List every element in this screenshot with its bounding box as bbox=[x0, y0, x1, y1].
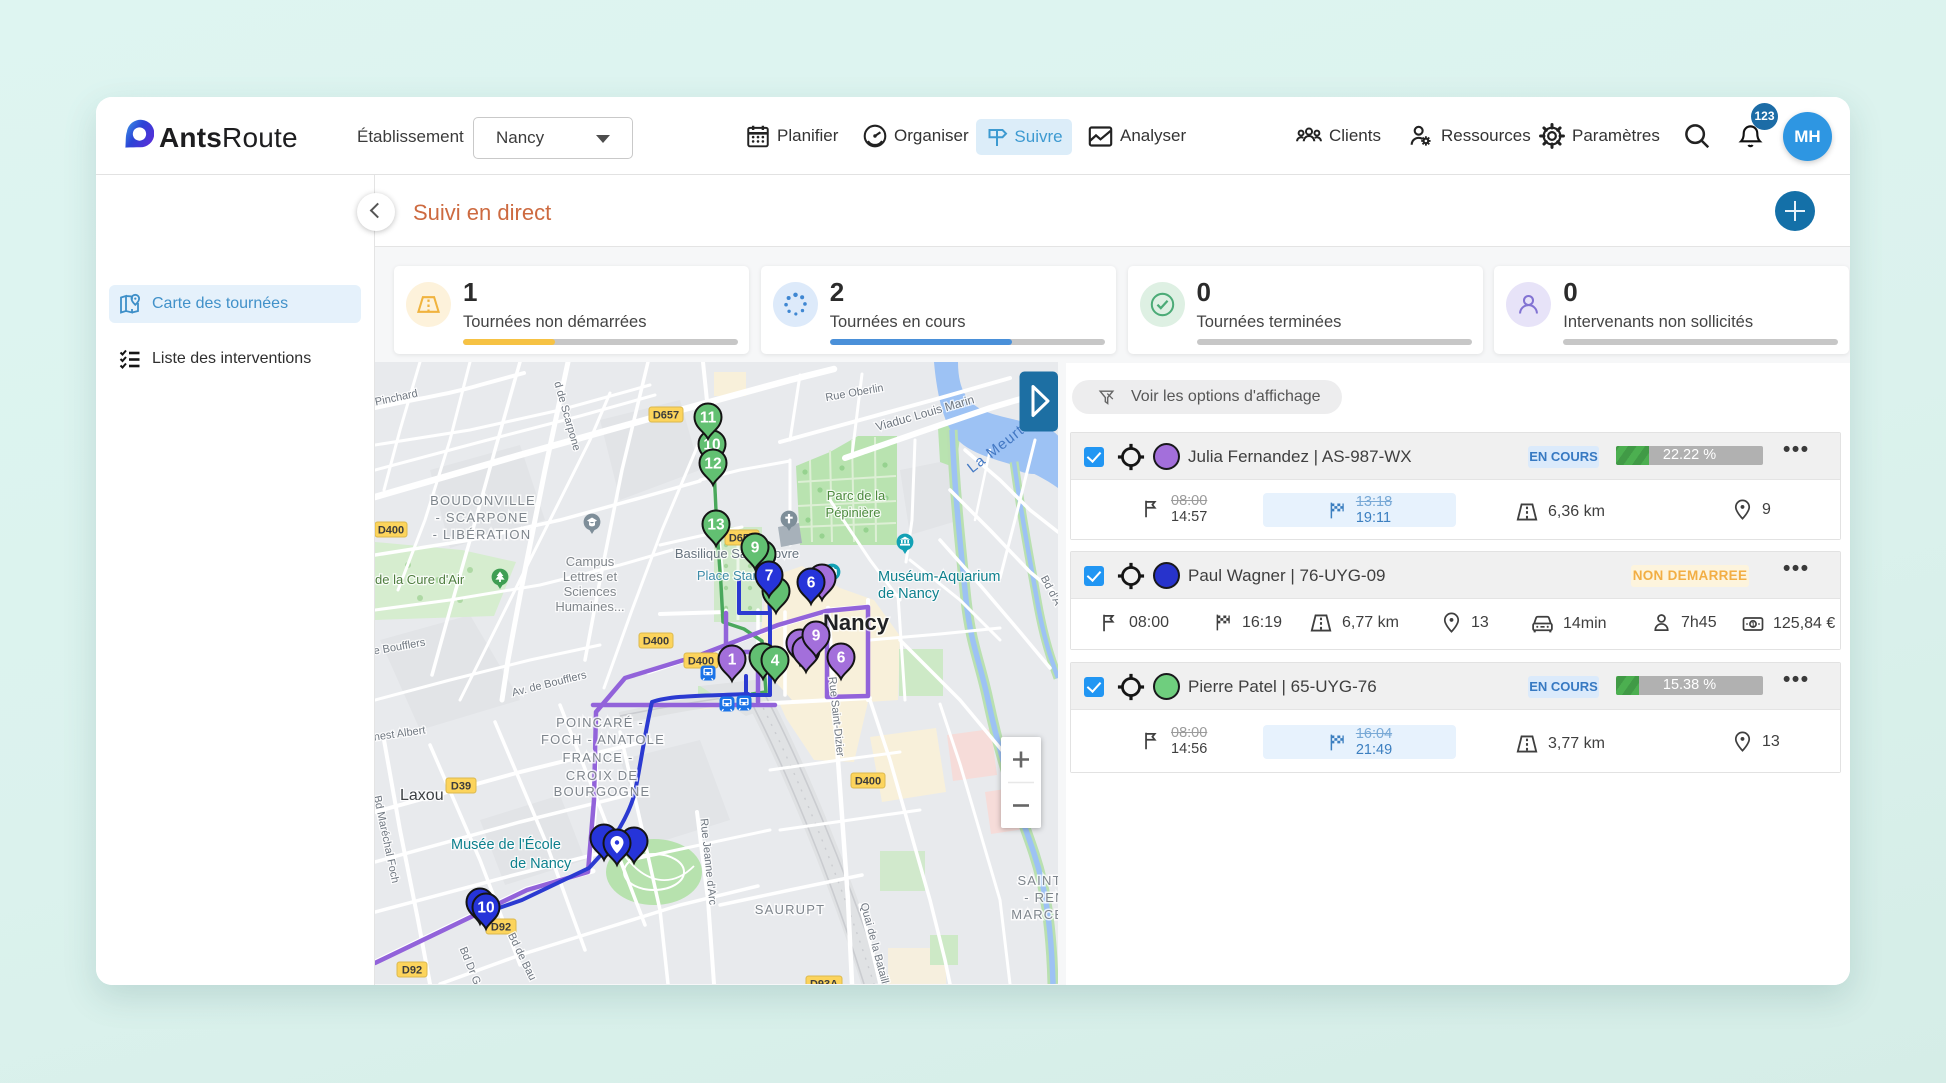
svg-text:Campus: Campus bbox=[566, 554, 615, 569]
svg-text:D400: D400 bbox=[855, 776, 881, 788]
svg-text:4: 4 bbox=[771, 653, 780, 670]
svg-text:FOCH - ANATOLE: FOCH - ANATOLE bbox=[541, 732, 665, 747]
svg-text:SAURUPT: SAURUPT bbox=[755, 902, 826, 917]
svg-text:1: 1 bbox=[728, 652, 737, 669]
svg-text:6: 6 bbox=[837, 650, 846, 667]
svg-text:Humaines...: Humaines... bbox=[555, 599, 624, 614]
svg-text:Sciences: Sciences bbox=[564, 584, 617, 599]
svg-text:1: 1 bbox=[1751, 621, 1755, 628]
svg-text:de Nancy: de Nancy bbox=[510, 856, 572, 872]
svg-text:Lettres et: Lettres et bbox=[563, 569, 618, 584]
svg-text:13: 13 bbox=[707, 517, 725, 534]
svg-text:D39: D39 bbox=[451, 781, 471, 793]
svg-text:- SCARPONE: - SCARPONE bbox=[436, 510, 529, 525]
svg-text:de Nancy: de Nancy bbox=[878, 586, 940, 602]
svg-text:D93A: D93A bbox=[810, 979, 838, 985]
svg-text:11: 11 bbox=[700, 410, 717, 427]
svg-text:MARCEL: MARCEL bbox=[1011, 907, 1058, 922]
svg-text:BOUDONVILLE: BOUDONVILLE bbox=[430, 493, 536, 508]
svg-text:Musée de l'École: Musée de l'École bbox=[451, 836, 561, 853]
svg-text:Parc de la: Parc de la bbox=[827, 488, 886, 503]
svg-text:9: 9 bbox=[812, 628, 821, 645]
svg-text:FRANCE -: FRANCE - bbox=[563, 750, 634, 765]
svg-text:de la Cure d'Air: de la Cure d'Air bbox=[375, 572, 465, 587]
svg-text:POINCARÉ -: POINCARÉ - bbox=[556, 715, 644, 730]
svg-text:- LIBÉRATION: - LIBÉRATION bbox=[433, 527, 532, 542]
svg-text:10: 10 bbox=[477, 900, 494, 917]
svg-text:Laxou: Laxou bbox=[400, 787, 444, 804]
svg-text:9: 9 bbox=[751, 540, 760, 557]
svg-text:CROIX DE: CROIX DE bbox=[566, 768, 638, 783]
svg-text:Muséum-Aquarium: Muséum-Aquarium bbox=[878, 569, 1001, 585]
svg-text:D400: D400 bbox=[378, 525, 404, 537]
svg-text:12: 12 bbox=[704, 456, 721, 473]
svg-text:BOURGOGNE: BOURGOGNE bbox=[554, 784, 651, 799]
svg-text:Basilique Saint-Epvre: Basilique Saint-Epvre bbox=[675, 546, 799, 561]
svg-text:SAINT-: SAINT- bbox=[1017, 873, 1058, 888]
svg-text:D400: D400 bbox=[643, 636, 669, 648]
svg-text:Pépinière: Pépinière bbox=[826, 505, 881, 520]
svg-text:- REN: - REN bbox=[1024, 890, 1058, 905]
svg-text:D92: D92 bbox=[402, 965, 422, 977]
svg-text:Nancy: Nancy bbox=[823, 610, 890, 635]
svg-text:6: 6 bbox=[807, 575, 816, 592]
svg-text:D92: D92 bbox=[491, 922, 511, 934]
svg-text:7: 7 bbox=[765, 568, 774, 585]
svg-text:D657: D657 bbox=[653, 410, 679, 422]
